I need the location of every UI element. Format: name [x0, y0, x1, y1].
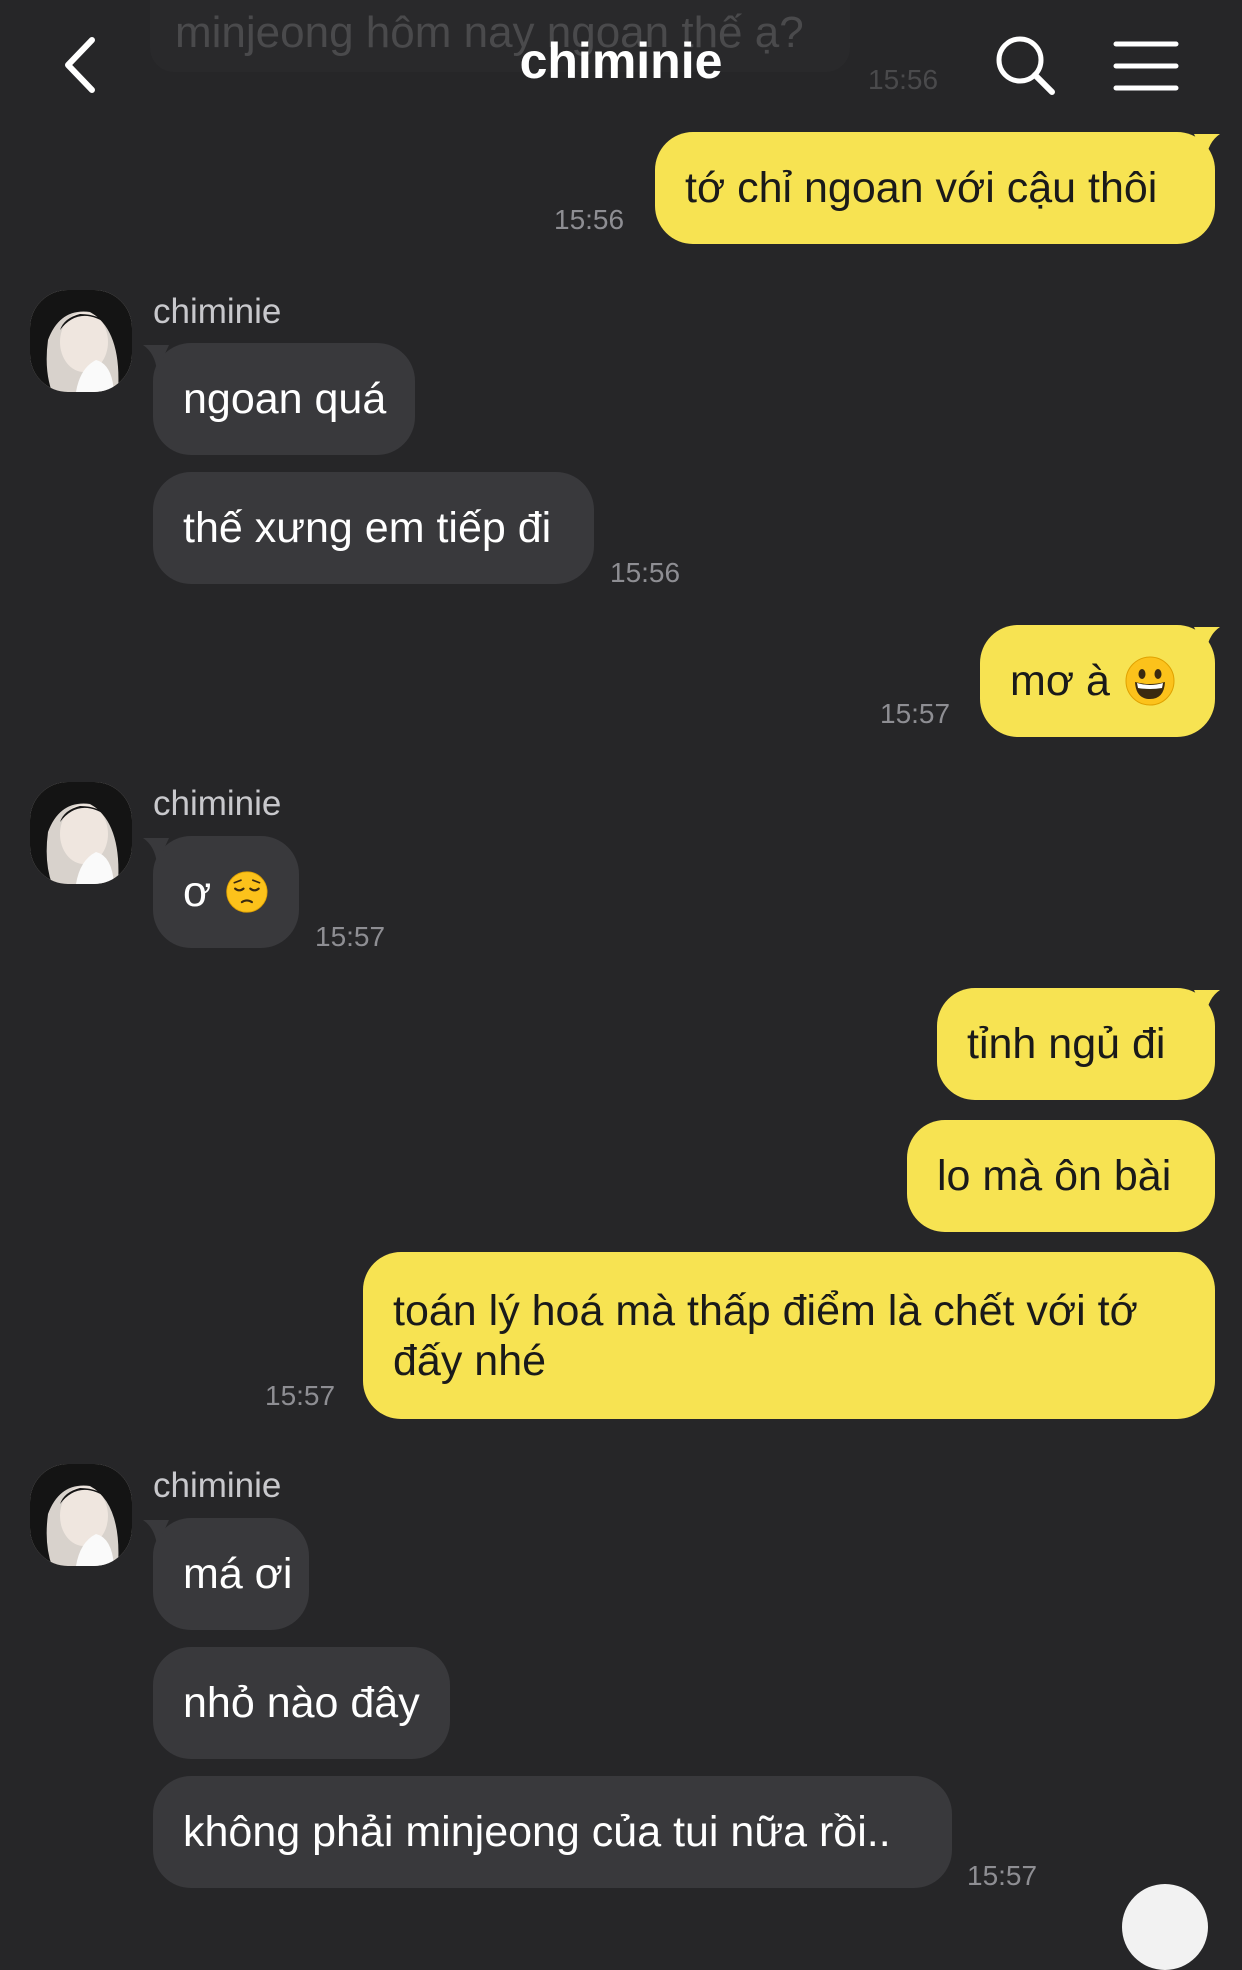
- message-text: má ơi: [183, 1550, 293, 1598]
- message-timestamp: 15:57: [880, 698, 951, 729]
- avatar[interactable]: [30, 290, 132, 392]
- grinning-face-emoji: [1125, 656, 1175, 706]
- my-message-bubble[interactable]: tỉnh ngủ đi: [937, 988, 1215, 1100]
- message-text: mơ à: [1010, 657, 1110, 705]
- their-message-bubble[interactable]: không phải minjeong của tui nữa rồi..: [153, 1776, 952, 1888]
- sender-name: chiminie: [153, 292, 282, 331]
- hamburger-menu-icon: [1113, 41, 1179, 91]
- message-text: tớ chỉ ngoan với cậu thôi: [685, 164, 1158, 212]
- bubble-tail: [143, 1520, 169, 1546]
- message-timestamp: 15:56: [554, 204, 625, 235]
- message-text: thế xưng em tiếp đi: [183, 504, 552, 552]
- message-text: lo mà ôn bài: [937, 1152, 1172, 1200]
- their-message-bubble[interactable]: ơ: [153, 836, 299, 948]
- message-timestamp: 15:56: [610, 557, 681, 588]
- bubble-tail: [1194, 627, 1220, 653]
- scroll-to-bottom-button[interactable]: [1122, 1884, 1208, 1970]
- message-timestamp: 15:57: [967, 1860, 1038, 1891]
- bubble-tail: [1194, 134, 1220, 160]
- message-text: toán lý hoá mà thấp điểm là chết với tớ …: [393, 1286, 1138, 1385]
- message-text: không phải minjeong của tui nữa rồi..: [183, 1808, 891, 1856]
- their-message-bubble[interactable]: má ơi: [153, 1518, 309, 1630]
- their-message-bubble[interactable]: thế xưng em tiếp đi: [153, 472, 594, 584]
- their-message-bubble[interactable]: ngoan quá: [153, 343, 415, 455]
- chat-header: chiminie: [0, 0, 1242, 130]
- message-timestamp: 15:57: [265, 1380, 336, 1411]
- message-text: tỉnh ngủ đi: [967, 1020, 1166, 1068]
- avatar[interactable]: [30, 782, 132, 884]
- bubble-tail: [143, 345, 169, 371]
- chevron-left-icon: [65, 37, 95, 93]
- profile-photo: [30, 782, 132, 884]
- sender-name: chiminie: [153, 1466, 282, 1505]
- bubble-tail: [143, 838, 169, 864]
- message-text: ơ: [183, 868, 212, 916]
- profile-photo: [30, 290, 132, 392]
- avatar[interactable]: [30, 1464, 132, 1566]
- my-message-bubble[interactable]: tớ chỉ ngoan với cậu thôi: [655, 132, 1215, 244]
- pensive-face-emoji: [226, 871, 268, 913]
- my-message-bubble[interactable]: toán lý hoá mà thấp điểm là chết với tớ …: [363, 1252, 1215, 1419]
- search-button[interactable]: [990, 30, 1062, 102]
- menu-button[interactable]: [1110, 34, 1182, 98]
- search-icon: [996, 36, 1055, 95]
- back-button[interactable]: [50, 30, 120, 100]
- message-text: nhỏ nào đây: [183, 1679, 420, 1727]
- my-message-bubble[interactable]: mơ à: [980, 625, 1215, 737]
- message-text: ngoan quá: [183, 375, 387, 423]
- their-message-bubble[interactable]: nhỏ nào đây: [153, 1647, 450, 1759]
- profile-photo: [30, 1464, 132, 1566]
- sender-name: chiminie: [153, 784, 282, 823]
- my-message-bubble[interactable]: lo mà ôn bài: [907, 1120, 1215, 1232]
- bubble-tail: [1194, 990, 1220, 1016]
- message-timestamp: 15:57: [315, 921, 386, 952]
